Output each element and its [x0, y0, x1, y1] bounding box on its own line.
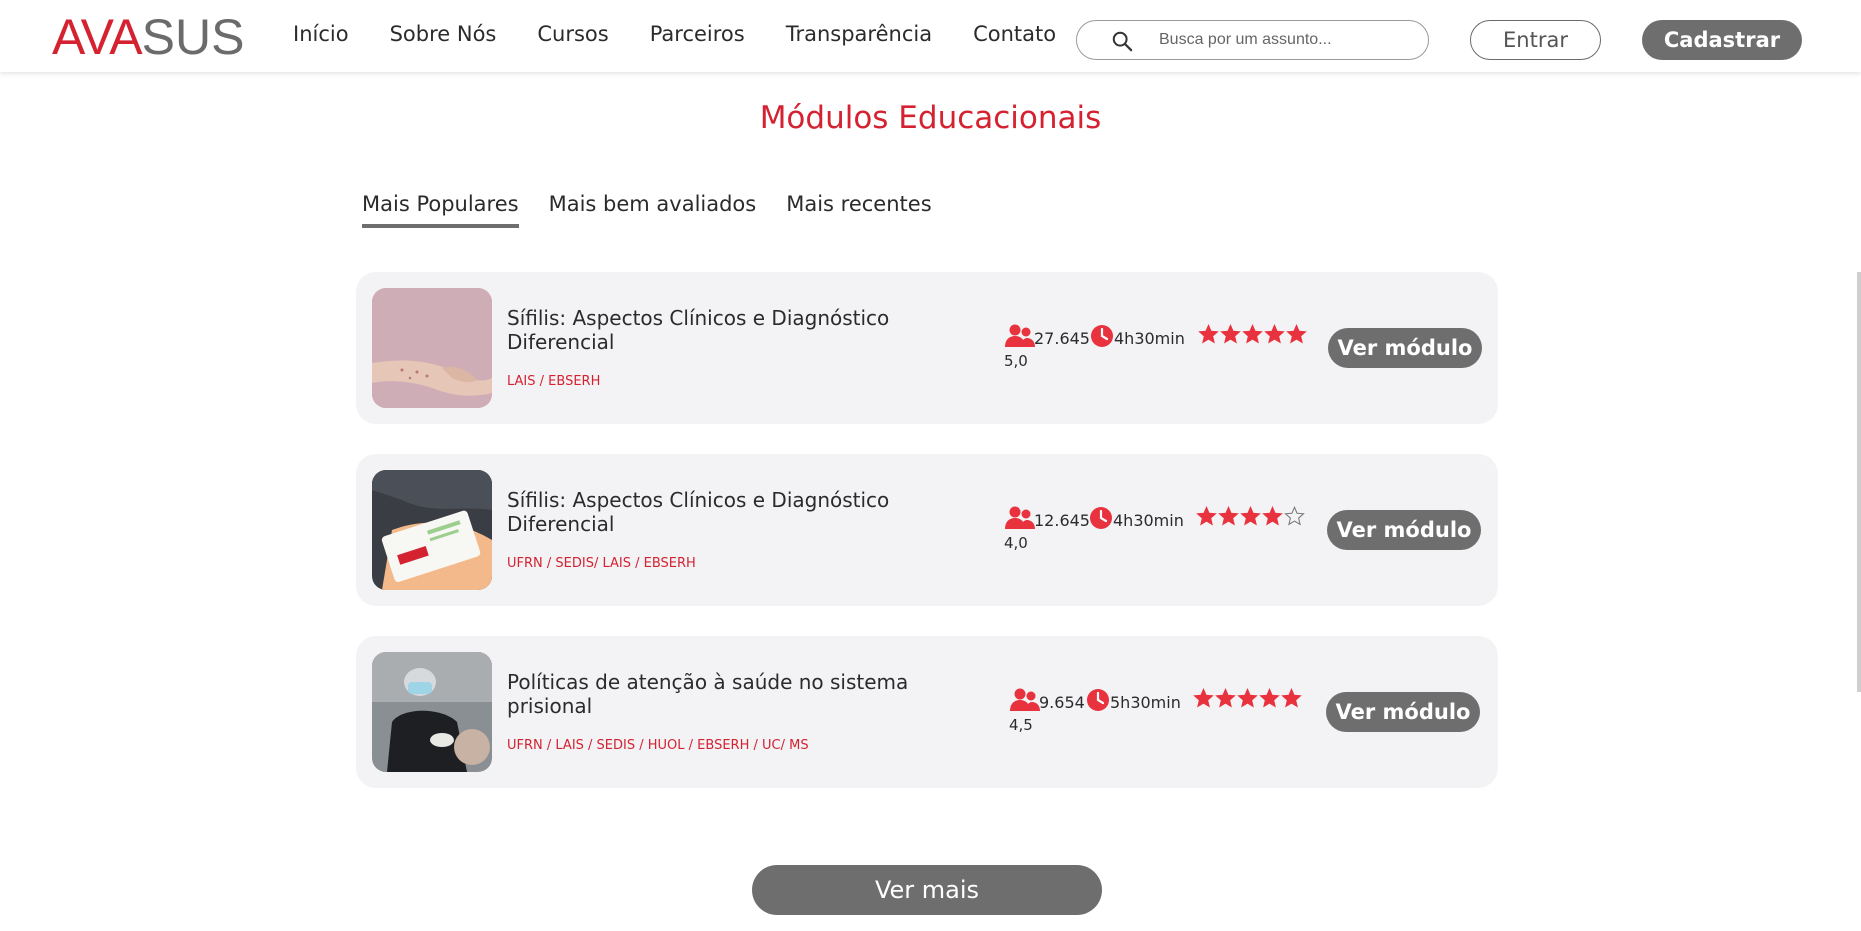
- star-filled-icon: [1259, 688, 1280, 708]
- module-title[interactable]: Políticas de atenção à saúde no sistema …: [507, 670, 927, 718]
- module-organization: LAIS / EBSERH: [507, 374, 601, 389]
- module-thumbnail: [372, 470, 492, 590]
- register-button[interactable]: Cadastrar: [1642, 20, 1802, 60]
- star-rating: [1198, 324, 1308, 345]
- users-icon: [1010, 688, 1040, 711]
- view-module-button[interactable]: Ver módulo: [1326, 692, 1480, 732]
- main-nav: Início Sobre Nós Cursos Parceiros Transp…: [293, 22, 1056, 46]
- star-filled-icon: [1281, 688, 1302, 708]
- star-filled-icon: [1242, 324, 1263, 344]
- duration-stat: 4h30min: [1089, 506, 1184, 530]
- duration-stat: 4h30min: [1090, 324, 1185, 348]
- view-module-button[interactable]: Ver módulo: [1328, 328, 1482, 368]
- star-rating: [1193, 688, 1303, 709]
- nav-parceiros[interactable]: Parceiros: [650, 22, 745, 46]
- nav-inicio[interactable]: Início: [293, 22, 349, 46]
- rating-value: 5,0: [1004, 352, 1028, 370]
- duration-stat: 5h30min: [1086, 688, 1181, 712]
- nav-transparencia[interactable]: Transparência: [786, 22, 932, 46]
- star-filled-icon: [1240, 506, 1261, 526]
- duration-value: 5h30min: [1110, 693, 1181, 712]
- module-thumbnail: [372, 652, 492, 772]
- users-icon: [1005, 506, 1035, 529]
- star-filled-icon: [1264, 324, 1285, 344]
- section-title: Módulos Educacionais: [759, 100, 1102, 136]
- tab-mais-recentes[interactable]: Mais recentes: [786, 192, 931, 228]
- search-icon[interactable]: [1111, 30, 1133, 52]
- clock-icon: [1091, 325, 1113, 347]
- students-stat: 9.654: [1009, 688, 1085, 712]
- students-count: 27.645: [1034, 329, 1090, 348]
- students-stat: 27.645: [1004, 324, 1090, 348]
- nav-contato[interactable]: Contato: [973, 22, 1056, 46]
- duration-value: 4h30min: [1114, 329, 1185, 348]
- view-module-button[interactable]: Ver módulo: [1327, 510, 1481, 550]
- duration-value: 4h30min: [1113, 511, 1184, 530]
- star-filled-icon: [1262, 506, 1283, 526]
- star-rating: [1196, 506, 1306, 527]
- star-filled-icon: [1218, 506, 1239, 526]
- nav-sobre-nos[interactable]: Sobre Nós: [390, 22, 497, 46]
- clock-icon: [1087, 689, 1109, 711]
- module-organization: UFRN / SEDIS/ LAIS / EBSERH: [507, 556, 696, 571]
- tab-mais-bem-avaliados[interactable]: Mais bem avaliados: [549, 192, 757, 228]
- search-box: [1076, 20, 1429, 60]
- star-filled-icon: [1196, 506, 1217, 526]
- module-card: Sífilis: Aspectos Clínicos e Diagnóstico…: [356, 454, 1498, 606]
- module-card: Políticas de atenção à saúde no sistema …: [356, 636, 1498, 788]
- users-icon: [1005, 324, 1035, 347]
- star-filled-icon: [1220, 324, 1241, 344]
- login-button[interactable]: Entrar: [1470, 20, 1601, 60]
- module-card: Sífilis: Aspectos Clínicos e Diagnóstico…: [356, 272, 1498, 424]
- tab-mais-populares[interactable]: Mais Populares: [362, 192, 519, 228]
- rating-value: 4,0: [1004, 534, 1028, 552]
- page-scrollbar[interactable]: [1857, 272, 1861, 692]
- star-filled-icon: [1198, 324, 1219, 344]
- students-stat: 12.645: [1004, 506, 1090, 530]
- module-tabs: Mais Populares Mais bem avaliados Mais r…: [362, 192, 962, 228]
- module-organization: UFRN / LAIS / SEDIS / HUOL / EBSERH / UC…: [507, 738, 809, 753]
- star-filled-icon: [1286, 324, 1307, 344]
- students-count: 12.645: [1034, 511, 1090, 530]
- star-filled-icon: [1193, 688, 1214, 708]
- star-filled-icon: [1215, 688, 1236, 708]
- star-filled-icon: [1237, 688, 1258, 708]
- star-empty-icon: [1284, 506, 1305, 526]
- students-count: 9.654: [1039, 693, 1085, 712]
- see-more-button[interactable]: Ver mais: [752, 865, 1102, 915]
- clock-icon: [1090, 507, 1112, 529]
- nav-cursos[interactable]: Cursos: [537, 22, 608, 46]
- module-title[interactable]: Sífilis: Aspectos Clínicos e Diagnóstico…: [507, 306, 927, 354]
- rating-value: 4,5: [1009, 716, 1033, 734]
- avasus-logo[interactable]: AVA SUS: [52, 12, 244, 62]
- module-title[interactable]: Sífilis: Aspectos Clínicos e Diagnóstico…: [507, 488, 927, 536]
- module-thumbnail: [372, 288, 492, 408]
- logo-sus-text: SUS: [141, 9, 245, 65]
- search-input[interactable]: [1159, 29, 1409, 51]
- logo-ava-text: AVA: [52, 9, 143, 65]
- top-header: AVA SUS Início Sobre Nós Cursos Parceiros…: [0, 0, 1861, 72]
